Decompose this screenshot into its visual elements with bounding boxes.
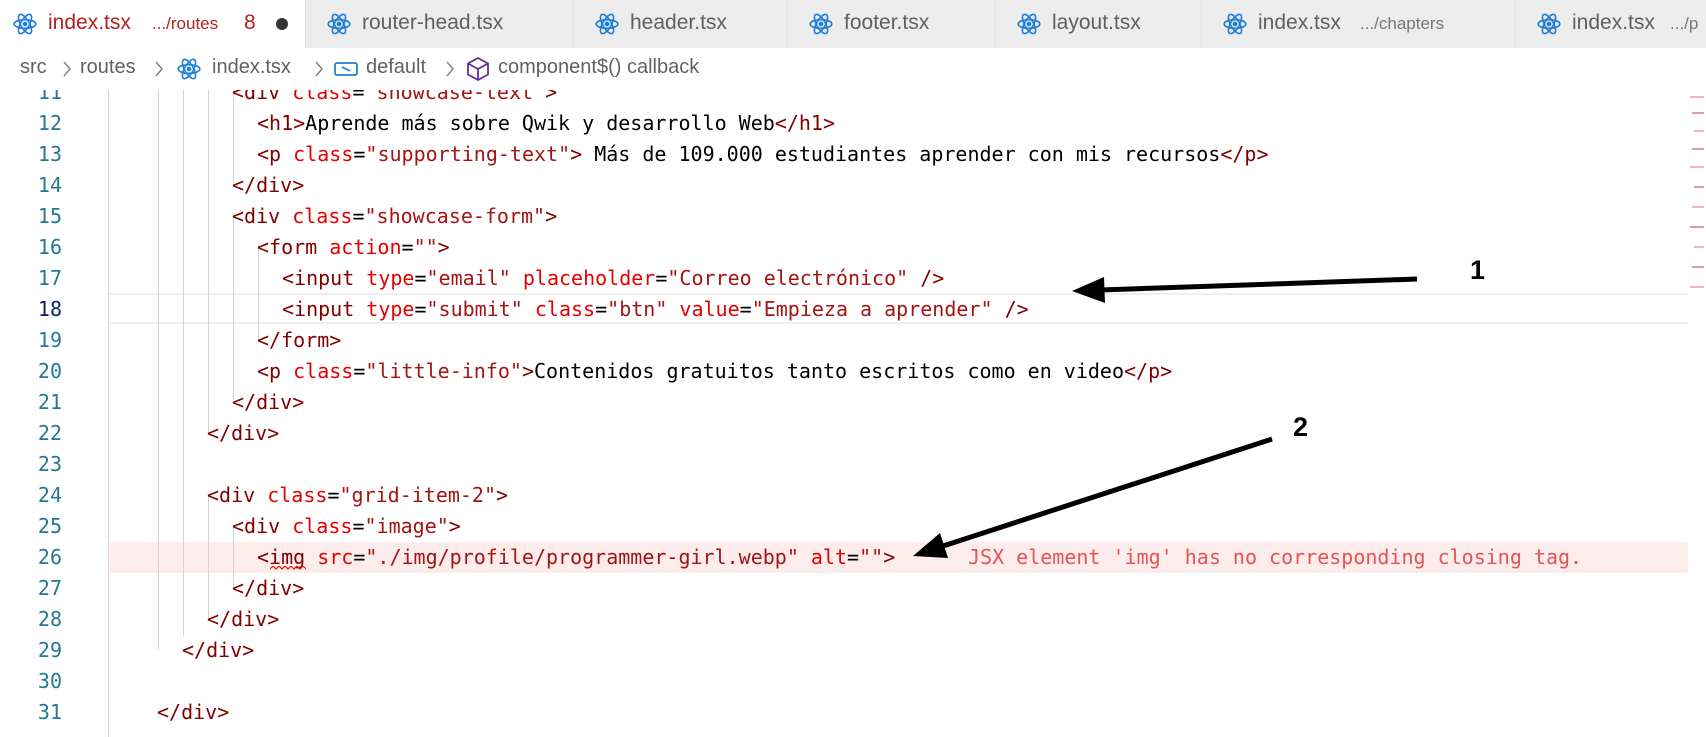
tab-header[interactable]: header.tsx	[574, 0, 788, 48]
breadcrumb-item-default[interactable]: default	[366, 56, 426, 79]
tab-label: router-head.tsx	[362, 11, 504, 34]
react-icon	[1223, 13, 1247, 35]
breadcrumb-item-routes[interactable]: routes	[80, 56, 136, 79]
tab-label: index.tsx	[48, 11, 131, 34]
breadcrumb-item-src[interactable]: src	[20, 56, 47, 79]
symbol-method-icon	[467, 56, 489, 82]
tab-label: layout.tsx	[1052, 11, 1141, 34]
breadcrumb-item-file[interactable]: index.tsx	[212, 56, 291, 79]
annotation-label-2: 2	[1293, 412, 1309, 442]
tab-footer[interactable]: footer.tsx	[788, 0, 996, 48]
react-icon	[177, 58, 201, 80]
react-icon	[1537, 13, 1561, 35]
react-icon	[809, 13, 833, 35]
annotation-label-1: 1	[1470, 255, 1486, 285]
chevron-right-icon	[315, 61, 324, 77]
arrowhead-icon	[1072, 277, 1105, 303]
tab-label: header.tsx	[630, 11, 727, 34]
tab-description: .../p	[1670, 14, 1699, 33]
symbol-variable-icon	[334, 62, 358, 76]
breadcrumb: src routes index.tsx default component$(…	[0, 48, 1706, 90]
tab-label: footer.tsx	[844, 11, 930, 34]
annotation-arrow-1	[1099, 276, 1418, 293]
react-icon	[13, 13, 37, 35]
tab-description: .../chapters	[1360, 14, 1445, 33]
editor-tab-bar: index.tsx .../routes 8 router-head.tsx h…	[0, 0, 1706, 49]
tab-index-p[interactable]: index.tsx .../p	[1516, 0, 1706, 48]
tab-index-chapters[interactable]: index.tsx .../chapters	[1202, 0, 1516, 48]
react-icon	[595, 13, 619, 35]
code-editor[interactable]: 11 <div class="showcase-text"> 12 <h1>Ap…	[0, 90, 1706, 737]
chevron-right-icon	[63, 61, 72, 77]
tab-router-head[interactable]: router-head.tsx	[306, 0, 574, 48]
modified-dot-icon[interactable]	[276, 18, 288, 30]
chevron-right-icon	[155, 61, 164, 77]
problems-count-badge: 8	[244, 11, 256, 34]
breadcrumb-item-callback[interactable]: component$() callback	[498, 56, 699, 79]
react-icon	[1017, 13, 1041, 35]
chevron-right-icon	[446, 61, 455, 77]
tab-label: index.tsx	[1258, 11, 1341, 34]
tab-label: index.tsx	[1572, 11, 1655, 34]
arrowhead-icon	[913, 533, 948, 558]
tab-index-routes[interactable]: index.tsx .../routes 8	[0, 0, 306, 48]
annotation-arrows	[913, 276, 1418, 558]
tab-layout[interactable]: layout.tsx	[996, 0, 1202, 48]
minimap[interactable]	[1688, 90, 1706, 350]
annotation-arrow-2	[939, 436, 1273, 550]
tab-description: .../routes	[152, 14, 219, 33]
react-icon	[327, 13, 351, 35]
